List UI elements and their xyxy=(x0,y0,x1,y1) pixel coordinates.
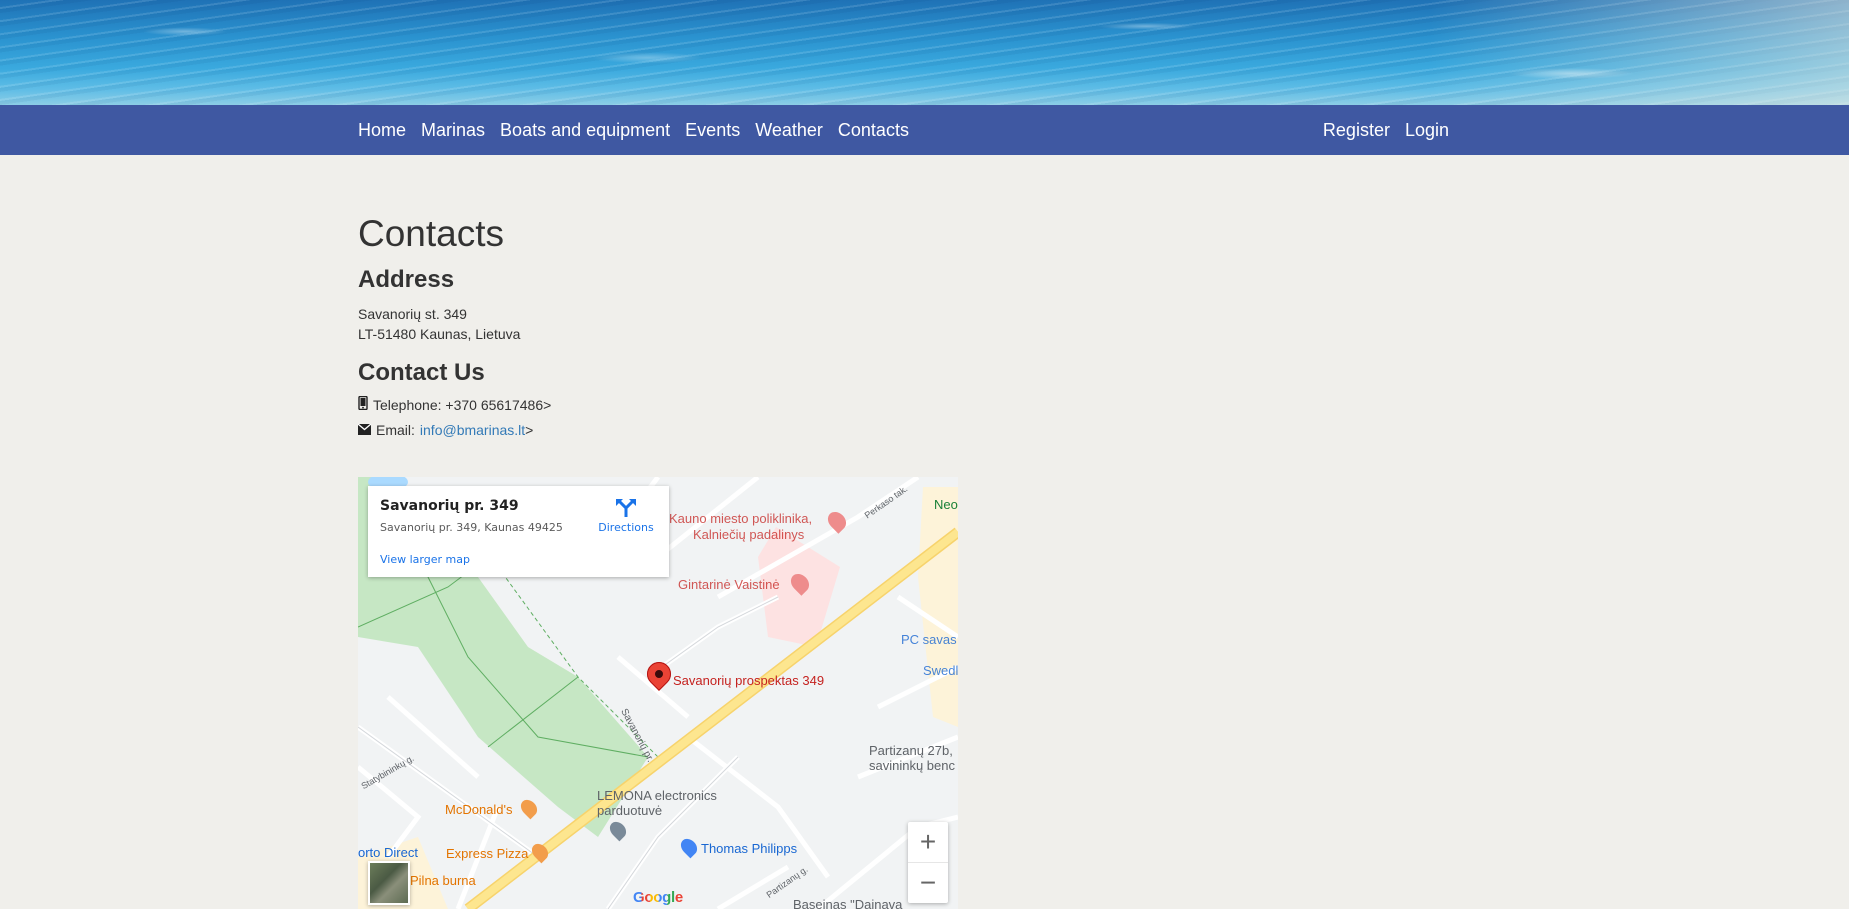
view-larger-map-link[interactable]: View larger map xyxy=(380,553,470,566)
email-label: Email: xyxy=(376,422,415,438)
clinic-label-2[interactable]: Kalniečių padalinys xyxy=(693,527,804,542)
info-title: Savanorių pr. 349 xyxy=(380,498,519,514)
info-address: Savanorių pr. 349, Kaunas 49425 xyxy=(380,521,563,534)
pharmacy-label[interactable]: Gintarinė Vaistinė xyxy=(678,577,780,592)
neo-label[interactable]: Neo xyxy=(934,497,958,512)
map-info-card: Savanorių pr. 349 Savanorių pr. 349, Kau… xyxy=(368,486,669,577)
porto-direct-label[interactable]: orto Direct xyxy=(358,845,418,860)
envelope-icon xyxy=(357,422,372,438)
lemona-label[interactable]: LEMONA electronics xyxy=(597,788,717,803)
lemona-label-2[interactable]: parduotuvė xyxy=(597,803,662,818)
email-link[interactable]: info@bmarinas.lt xyxy=(420,422,525,438)
nav-events[interactable]: Events xyxy=(685,120,740,141)
address-heading: Address xyxy=(358,266,455,293)
nav-contacts[interactable]: Contacts xyxy=(838,120,909,141)
phone-icon xyxy=(358,395,368,413)
directions-label: Directions xyxy=(598,521,654,534)
nav-right: Register Login xyxy=(1323,105,1449,155)
nav-register[interactable]: Register xyxy=(1323,120,1390,141)
zoom-control: + − xyxy=(908,822,948,903)
header-banner xyxy=(0,0,1849,105)
partizanu-label[interactable]: Partizanų 27b, xyxy=(869,743,953,758)
express-pizza-label[interactable]: Express Pizza xyxy=(446,846,528,861)
nav-marinas[interactable]: Marinas xyxy=(421,120,485,141)
email-suffix: > xyxy=(525,422,534,438)
telephone-text: Telephone: +370 65617486> xyxy=(373,396,552,413)
page-title: Contacts xyxy=(358,213,505,254)
pc-label[interactable]: PC savas xyxy=(901,632,957,647)
address-line-2: LT-51480 Kaunas, Lietuva xyxy=(358,326,521,342)
nav-login[interactable]: Login xyxy=(1405,120,1449,141)
mcdonalds-label[interactable]: McDonald's xyxy=(445,802,513,817)
satellite-toggle[interactable] xyxy=(368,861,410,905)
embedded-map[interactable]: Kauno miesto poliklinika, Kalniečių pada… xyxy=(358,477,958,909)
google-logo: Google xyxy=(633,889,683,906)
directions-icon xyxy=(596,498,656,521)
nav-left: Home Marinas Boats and equipment Events … xyxy=(358,105,909,155)
nav-weather[interactable]: Weather xyxy=(755,120,823,141)
main-navbar: Home Marinas Boats and equipment Events … xyxy=(0,105,1849,155)
main-content: Contacts Address Savanorių st. 349 LT-51… xyxy=(357,155,1058,438)
directions-button[interactable]: Directions xyxy=(596,498,656,534)
address-block: Savanorių st. 349 LT-51480 Kaunas, Lietu… xyxy=(358,304,1058,344)
baseinas-label[interactable]: Baseinas "Dainava xyxy=(793,897,902,909)
zoom-in-button[interactable]: + xyxy=(908,822,948,862)
marker-label[interactable]: Savanorių prospektas 349 xyxy=(673,673,824,688)
thomas-philipps-label[interactable]: Thomas Philipps xyxy=(701,841,797,856)
nav-boats-equipment[interactable]: Boats and equipment xyxy=(500,120,670,141)
nav-home[interactable]: Home xyxy=(358,120,406,141)
partizanu-label-2[interactable]: savininkų benc xyxy=(869,758,955,773)
clinic-label[interactable]: Kauno miesto poliklinika, xyxy=(669,511,812,526)
email-row: Email: info@bmarinas.lt > xyxy=(357,422,1058,438)
contact-heading: Contact Us xyxy=(358,359,485,386)
zoom-out-button[interactable]: − xyxy=(908,862,948,903)
telephone-row: Telephone: +370 65617486> xyxy=(358,395,1058,413)
swed-label[interactable]: Swedl xyxy=(923,663,958,678)
pilna-burna-label[interactable]: Pilna burna xyxy=(410,873,476,888)
address-line-1: Savanorių st. 349 xyxy=(358,306,467,322)
